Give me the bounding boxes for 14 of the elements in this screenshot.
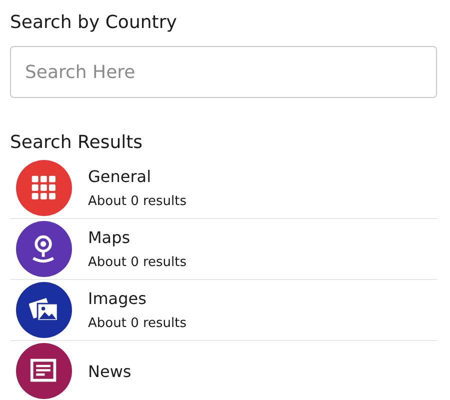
result-title: Maps [88,228,132,247]
search-field[interactable]: Search Here [10,46,437,98]
result-title: News [88,362,132,380]
result-item[interactable]: Images About 0 results [10,280,437,341]
result-count: About 0 results [88,316,187,331]
result-item[interactable]: News [10,341,437,400]
result-title: Images [88,289,148,308]
section-heading: Search Results [10,131,144,155]
result-item[interactable]: Maps About 0 results [10,219,437,280]
result-count: About 0 results [88,255,187,270]
result-count: About 0 results [88,194,187,209]
result-item[interactable]: General About 0 results [10,158,437,219]
section-heading: Search by Country [10,11,178,35]
result-title: General [88,167,152,186]
